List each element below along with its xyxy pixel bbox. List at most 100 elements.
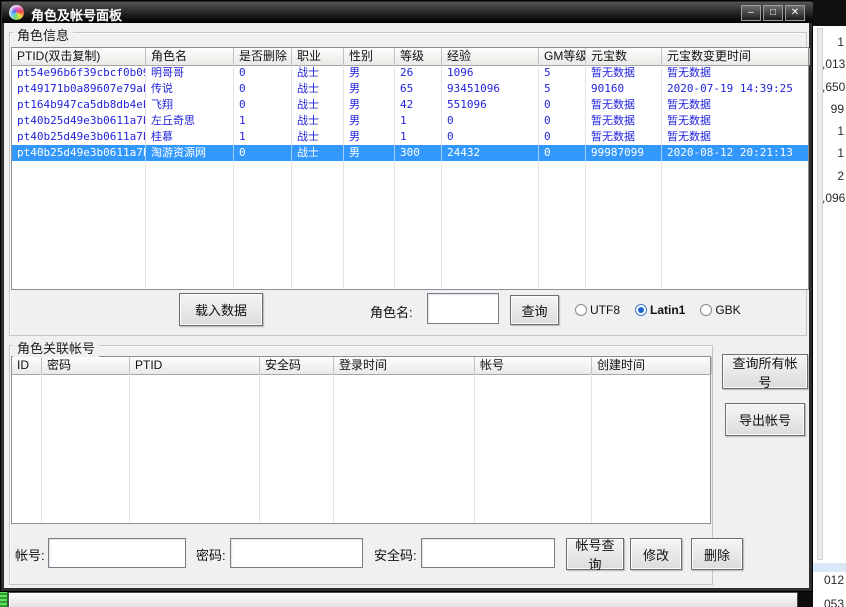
column-header[interactable]: 密码	[42, 357, 130, 374]
background-number: 1	[822, 120, 844, 142]
table-cell: 男	[344, 97, 395, 113]
radio-label: UTF8	[590, 303, 620, 317]
close-button[interactable]: ✕	[785, 5, 805, 21]
background-window-bar	[8, 592, 798, 607]
background-number: ,650	[822, 76, 844, 98]
radio-label: GBK	[715, 303, 740, 317]
table-cell: 明哥哥	[146, 65, 234, 81]
column-header[interactable]: GM等级	[539, 48, 586, 65]
table-row[interactable]: pt164b947ca5db8db4eb飞翔0战士男425510960暂无数据暂…	[12, 97, 808, 113]
role-name-input[interactable]	[427, 293, 499, 324]
table-cell: 1	[234, 129, 292, 145]
encoding-radio-latin1[interactable]: Latin1	[635, 303, 685, 317]
background-number-column: 1,013,65099112,096	[822, 31, 844, 209]
table-cell: 0	[539, 145, 586, 161]
column-header[interactable]: PTID	[130, 357, 260, 374]
account-label: 帐号:	[15, 545, 45, 564]
table-row[interactable]: pt49171b0a89607e79ab传说0战士男65934510965901…	[12, 81, 808, 97]
account-table[interactable]: ID密码PTID安全码登录时间帐号创建时间	[11, 356, 711, 524]
encoding-radio-gbk[interactable]: GBK	[700, 303, 740, 317]
table-row[interactable]: pt40b25d49e3b0611a7b桂慕1战士男100暂无数据暂无数据	[12, 129, 808, 145]
account-query-button[interactable]: 帐号查询	[566, 538, 624, 570]
table-cell: 暂无数据	[586, 113, 662, 129]
table-cell: 1	[395, 129, 442, 145]
table-row[interactable]: pt54e96b6f39cbcf0b09明哥哥0战士男2610965暂无数据暂无…	[12, 65, 808, 81]
encoding-radio-utf8[interactable]: UTF8	[575, 303, 620, 317]
table-cell: pt164b947ca5db8db4eb	[12, 97, 146, 113]
title-bar[interactable]: 角色及帐号面板 – □ ✕	[2, 2, 813, 23]
account-table-body	[12, 374, 710, 523]
maximize-button[interactable]: □	[763, 5, 783, 21]
table-cell: 暂无数据	[662, 113, 808, 129]
delete-button[interactable]: 删除	[691, 538, 743, 570]
column-header[interactable]: 帐号	[475, 357, 592, 374]
column-header[interactable]: 经验	[442, 48, 539, 65]
column-header[interactable]: 元宝数变更时间	[662, 48, 810, 65]
background-highlight-band	[813, 563, 846, 572]
role-info-group-label: 角色信息	[13, 25, 73, 44]
table-cell: 65	[395, 81, 442, 97]
column-header[interactable]: 登录时间	[334, 357, 475, 374]
table-cell: 99987099	[586, 145, 662, 161]
column-header[interactable]: 安全码	[260, 357, 334, 374]
table-cell: 0	[234, 65, 292, 81]
table-cell: 男	[344, 145, 395, 161]
background-number: 012	[814, 573, 844, 587]
background-number: ,013	[822, 53, 844, 75]
column-header[interactable]: 是否删除	[234, 48, 292, 65]
modify-button[interactable]: 修改	[630, 538, 682, 570]
grid-line	[474, 374, 475, 523]
table-cell: 90160	[586, 81, 662, 97]
table-cell: 暂无数据	[662, 129, 808, 145]
table-cell: 1	[234, 113, 292, 129]
column-header[interactable]: 创建时间	[592, 357, 712, 374]
table-cell: 战士	[292, 113, 344, 129]
role-table[interactable]: PTID(双击复制)角色名是否删除职业性别等级经验GM等级元宝数元宝数变更时间 …	[11, 47, 809, 290]
table-cell: 桂慕	[146, 129, 234, 145]
security-code-label: 安全码:	[374, 545, 417, 564]
table-cell: 0	[234, 97, 292, 113]
grid-line	[41, 374, 42, 523]
account-group-label: 角色关联帐号	[13, 338, 99, 357]
table-cell: 93451096	[442, 81, 539, 97]
column-header[interactable]: PTID(双击复制)	[12, 48, 146, 65]
table-cell: 0	[442, 129, 539, 145]
security-code-input[interactable]	[421, 538, 555, 568]
column-header[interactable]: ID	[12, 357, 42, 374]
export-accounts-button[interactable]: 导出帐号	[725, 403, 805, 436]
table-cell: 5	[539, 81, 586, 97]
role-table-body: pt54e96b6f39cbcf0b09明哥哥0战士男2610965暂无数据暂无…	[12, 65, 808, 289]
column-header[interactable]: 职业	[292, 48, 344, 65]
table-cell: pt40b25d49e3b0611a7b	[12, 145, 146, 161]
table-cell: 战士	[292, 65, 344, 81]
table-cell: 5	[539, 65, 586, 81]
column-header[interactable]: 元宝数	[586, 48, 662, 65]
table-cell: 0	[539, 129, 586, 145]
query-all-accounts-button[interactable]: 查询所有帐号	[722, 354, 808, 389]
table-cell: 战士	[292, 145, 344, 161]
table-cell: 24432	[442, 145, 539, 161]
table-row[interactable]: pt40b25d49e3b0611a7b左丘奇思1战士男100暂无数据暂无数据	[12, 113, 808, 129]
account-table-header: ID密码PTID安全码登录时间帐号创建时间	[12, 357, 710, 375]
table-cell: pt40b25d49e3b0611a7b	[12, 129, 146, 145]
account-input[interactable]	[48, 538, 186, 568]
table-row[interactable]: pt40b25d49e3b0611a7b淘游资源网0战士男30024432099…	[12, 145, 808, 161]
grid-line	[259, 374, 260, 523]
table-cell: 男	[344, 129, 395, 145]
background-number: 99	[822, 98, 844, 120]
password-label: 密码:	[196, 545, 226, 564]
table-cell: 551096	[442, 97, 539, 113]
app-icon	[9, 5, 24, 20]
column-header[interactable]: 角色名	[146, 48, 234, 65]
password-input[interactable]	[230, 538, 363, 568]
table-cell: 42	[395, 97, 442, 113]
radio-label: Latin1	[650, 303, 685, 317]
grid-line	[333, 374, 334, 523]
table-cell: 传说	[146, 81, 234, 97]
column-header[interactable]: 等级	[395, 48, 442, 65]
column-header[interactable]: 性别	[344, 48, 395, 65]
load-data-button[interactable]: 载入数据	[179, 293, 263, 326]
minimize-button[interactable]: –	[741, 5, 761, 21]
table-cell: 男	[344, 65, 395, 81]
query-button[interactable]: 查询	[510, 295, 559, 325]
